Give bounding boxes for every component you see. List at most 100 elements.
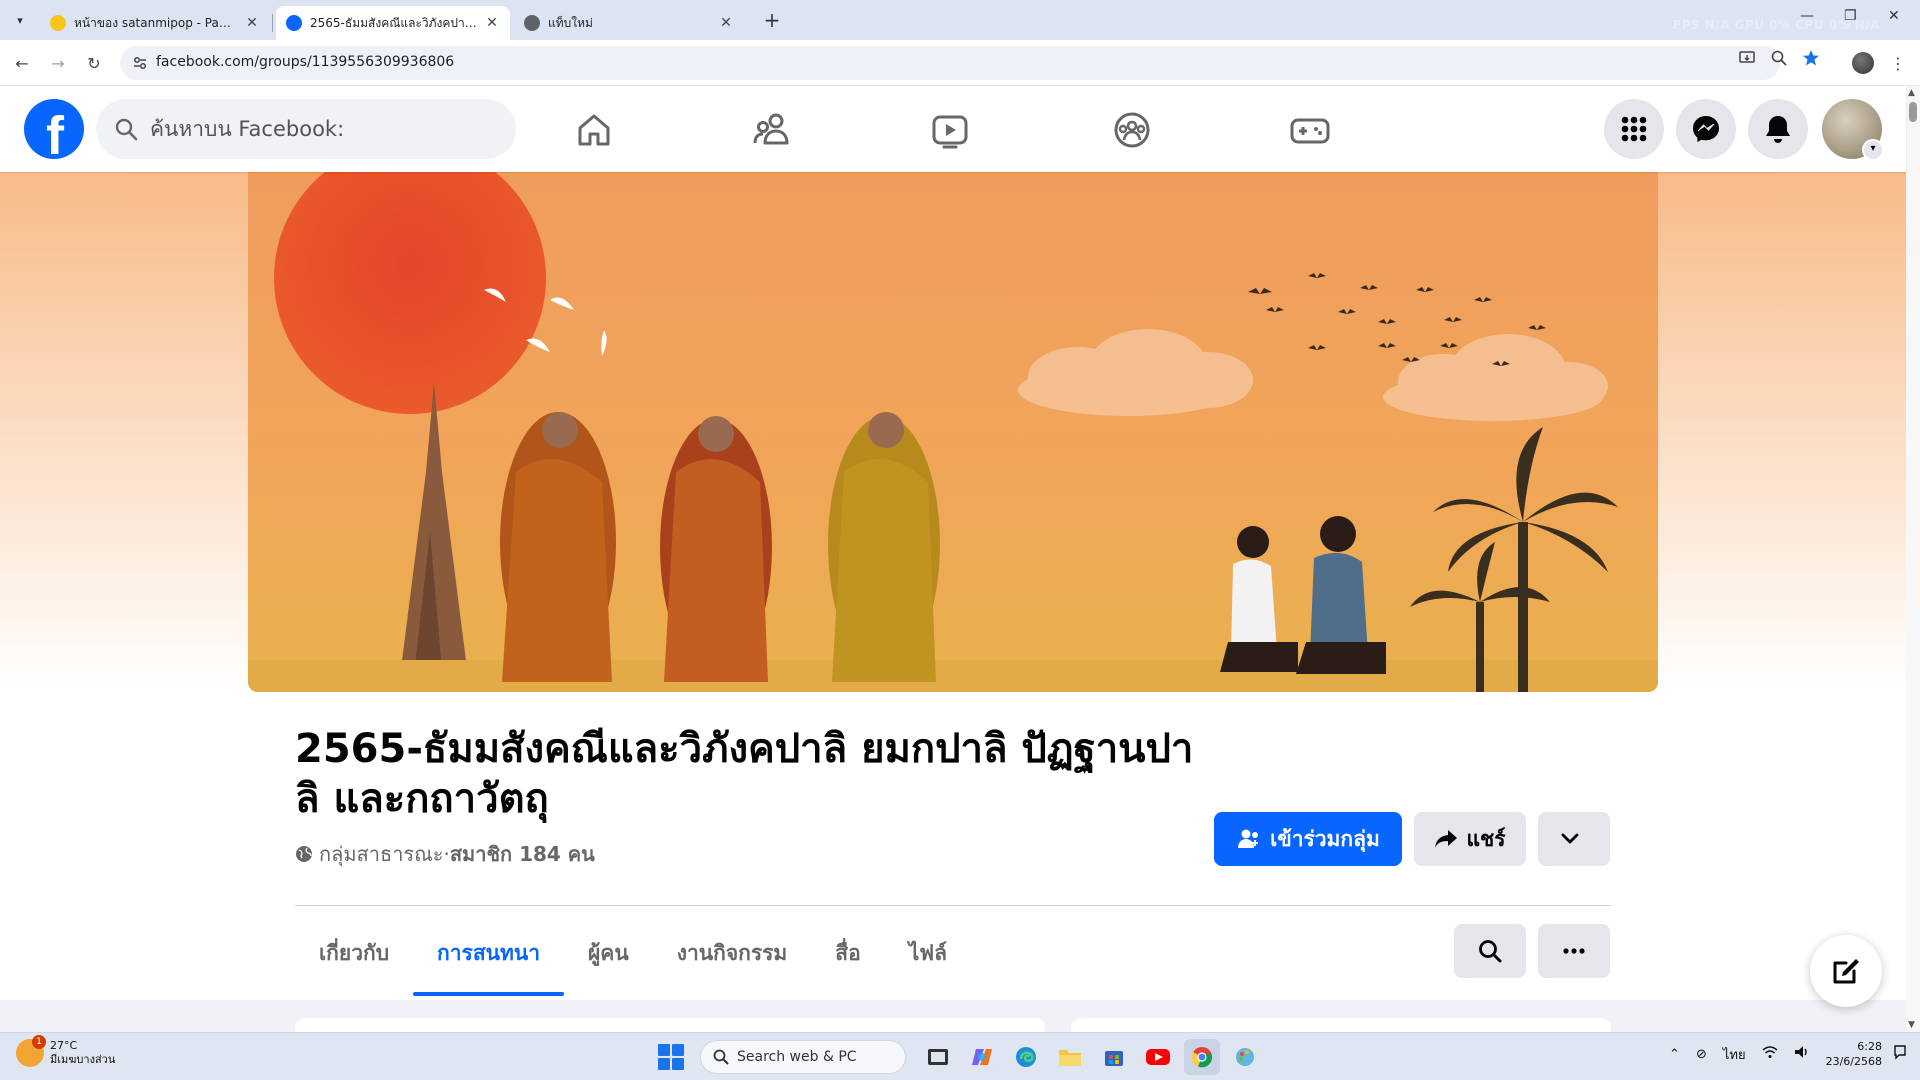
weather-temperature: 27°C	[50, 1039, 78, 1052]
facebook-search-box[interactable]	[96, 99, 516, 159]
group-member-count[interactable]: สมาชิก 184 คน	[450, 838, 595, 870]
video-icon[interactable]	[924, 104, 976, 156]
new-message-button[interactable]	[1810, 935, 1882, 1007]
chevron-down-icon[interactable]: ▾	[1862, 139, 1884, 161]
messenger-icon[interactable]	[1676, 99, 1736, 159]
group-cover-photo[interactable]	[248, 172, 1658, 692]
page-scrollbar[interactable]: ▲ ▼	[1906, 86, 1920, 1032]
youtube-icon[interactable]	[1140, 1039, 1176, 1075]
share-button[interactable]: แชร์	[1414, 812, 1526, 866]
tab-events[interactable]: งานกิจกรรม	[653, 910, 812, 996]
weather-sun-icon: 1	[16, 1035, 46, 1067]
group-title: 2565-ธัมมสังคณีและวิภังคปาลิ ยมกปาลิ ปัฏ…	[295, 726, 1194, 822]
network-status-icon[interactable]: ⊘	[1696, 1047, 1707, 1062]
volume-icon[interactable]	[1794, 1045, 1810, 1063]
tab-media[interactable]: สื่อ	[811, 910, 884, 996]
browser-tab-pantip[interactable]: หน้าของ satanmipop - Pantip ✕	[40, 6, 270, 40]
browser-tab-facebook[interactable]: 2565-ธัมมสังคณีและวิภังคปาลิ ยมกปาลิ ปัฏ…	[276, 6, 510, 40]
forward-icon[interactable]: →	[46, 51, 70, 75]
scroll-up-arrow-icon[interactable]: ▲	[1908, 88, 1915, 98]
zoom-icon[interactable]	[1770, 49, 1788, 67]
more-dots-icon	[1563, 948, 1585, 954]
tab-title: แท็บใหม่	[548, 15, 593, 30]
show-hidden-icons-icon[interactable]: ⌃	[1669, 1047, 1680, 1062]
copilot-icon[interactable]	[964, 1039, 1000, 1075]
compose-icon	[1833, 959, 1859, 984]
site-info-icon[interactable]	[132, 55, 148, 71]
task-view-icon[interactable]	[920, 1039, 956, 1075]
group-search-button[interactable]	[1454, 924, 1526, 978]
wifi-icon[interactable]	[1762, 1045, 1778, 1063]
install-app-icon[interactable]	[1738, 49, 1756, 67]
facebook-search-input[interactable]	[150, 113, 500, 145]
microsoft-store-icon[interactable]	[1096, 1039, 1132, 1075]
join-group-button[interactable]: เข้าร่วมกลุ่ม	[1214, 812, 1402, 866]
reload-icon[interactable]: ↻	[82, 51, 106, 75]
windows-start-icon[interactable]	[658, 1044, 684, 1070]
edge-browser-icon[interactable]	[1008, 1039, 1044, 1075]
weather-widget[interactable]: 1 27°C มีเมฆบางส่วน	[16, 1035, 115, 1067]
minimize-window-icon[interactable]: —	[1800, 8, 1814, 24]
tab-about[interactable]: เกี่ยวกับ	[295, 910, 413, 996]
scroll-thumb[interactable]	[1909, 102, 1917, 122]
close-tab-icon[interactable]: ✕	[484, 15, 500, 31]
cover-illustration	[248, 172, 1658, 692]
group-more-button[interactable]	[1538, 924, 1610, 978]
search-icon	[713, 1049, 729, 1065]
profile-avatar-icon[interactable]	[1852, 52, 1874, 74]
tab-files[interactable]: ไฟล์	[885, 910, 971, 996]
restore-window-icon[interactable]: ❐	[1844, 8, 1857, 24]
close-tab-icon[interactable]: ✕	[718, 15, 734, 31]
tab-people[interactable]: ผู้คน	[564, 910, 653, 996]
notification-center-icon[interactable]	[1892, 1044, 1908, 1064]
tab-discussion[interactable]: การสนทนา	[413, 910, 564, 996]
header-divider	[295, 905, 1611, 906]
system-clock[interactable]: 6:28 23/6/2568	[1826, 1039, 1882, 1069]
close-tab-icon[interactable]: ✕	[244, 15, 260, 31]
clock-time: 6:28	[1857, 1040, 1882, 1053]
more-options-dropdown[interactable]	[1538, 812, 1610, 866]
search-icon	[1479, 940, 1502, 963]
group-meta: กลุ่มสาธารณะ · สมาชิก 184 คน	[295, 838, 595, 870]
taskbar-apps: Search web & PC	[658, 1039, 1268, 1075]
menu-grid-icon[interactable]	[1604, 99, 1664, 159]
globe-icon	[296, 846, 312, 862]
group-privacy[interactable]: กลุ่มสาธารณะ	[319, 838, 443, 870]
system-tray: ⌃ ⊘ ไทย 6:28 23/6/2568	[1653, 1039, 1908, 1069]
chrome-menu-icon[interactable]: ⋮	[1886, 51, 1910, 75]
taskbar-search-box[interactable]: Search web & PC	[700, 1040, 906, 1074]
home-icon[interactable]	[568, 104, 620, 156]
pantip-favicon-icon	[50, 15, 66, 31]
facebook-favicon-icon	[286, 15, 302, 31]
url-text[interactable]: facebook.com/groups/1139556309936806	[156, 54, 454, 70]
tab-search-menu-button[interactable]: ▾	[8, 8, 32, 32]
input-language[interactable]: ไทย	[1723, 1044, 1746, 1065]
chrome-favicon-icon	[524, 15, 540, 31]
new-tab-button[interactable]: +	[760, 9, 784, 33]
tab-title: 2565-ธัมมสังคณีและวิภังคปาลิ ยมกปาลิ ปัฏ	[310, 15, 478, 30]
search-icon	[115, 118, 138, 141]
friends-icon[interactable]	[746, 104, 798, 156]
facebook-logo-icon[interactable]: f	[24, 99, 84, 166]
taskbar-search-placeholder: Search web & PC	[737, 1049, 857, 1065]
chrome-browser-icon[interactable]	[1184, 1039, 1220, 1075]
gaming-icon[interactable]	[1284, 104, 1336, 156]
groups-icon[interactable]	[1106, 104, 1158, 156]
share-arrow-icon	[1435, 830, 1458, 848]
close-window-icon[interactable]: ✕	[1888, 8, 1900, 24]
browser-tab-newtab[interactable]: แท็บใหม่ ✕	[514, 6, 744, 40]
back-icon[interactable]: ←	[10, 51, 34, 75]
clock-date: 23/6/2568	[1825, 1055, 1882, 1068]
weather-badge: 1	[32, 1035, 46, 1049]
address-toolbar: ← → ↻ facebook.com/groups/11395563099368…	[0, 40, 1920, 86]
account-avatar[interactable]: ▾	[1822, 99, 1884, 161]
omnibox[interactable]: facebook.com/groups/1139556309936806	[120, 46, 1780, 80]
notifications-icon[interactable]	[1748, 99, 1808, 159]
paint-app-icon[interactable]	[1228, 1039, 1264, 1075]
browser-tab-strip: ▾ หน้าของ satanmipop - Pantip ✕ 2565-ธัม…	[0, 0, 1920, 40]
windows-taskbar: 1 27°C มีเมฆบางส่วน Search web & PC ⌃ ⊘ …	[0, 1032, 1920, 1080]
file-explorer-icon[interactable]	[1052, 1039, 1088, 1075]
group-tabs: เกี่ยวกับ การสนทนา ผู้คน งานกิจกรรม สื่อ…	[295, 910, 971, 996]
bookmark-star-icon[interactable]	[1802, 49, 1820, 67]
scroll-down-arrow-icon[interactable]: ▼	[1908, 1020, 1915, 1030]
